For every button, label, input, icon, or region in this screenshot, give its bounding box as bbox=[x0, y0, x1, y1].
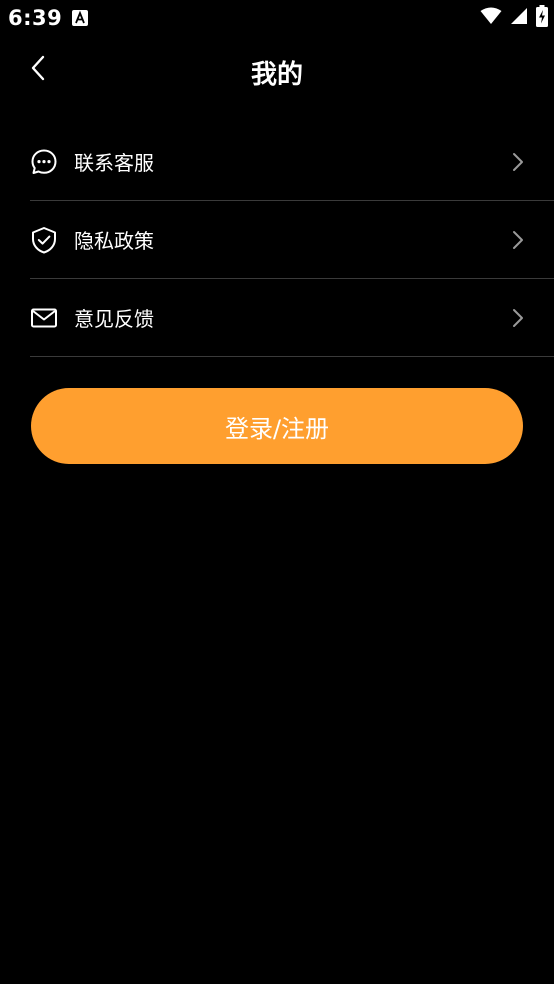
signal-icon bbox=[510, 7, 528, 29]
envelope-icon bbox=[30, 304, 58, 332]
app-header: 我的 bbox=[0, 36, 554, 106]
menu-list: 联系客服 隐私政策 意见反馈 bbox=[30, 123, 554, 357]
profile-screen: 6:39 我的 联系客服 隐私政策 意见反馈 登录/注册 bbox=[0, 0, 554, 984]
chevron-right-icon bbox=[510, 229, 526, 251]
menu-item-label: 联系客服 bbox=[74, 151, 154, 175]
chat-bubble-icon bbox=[30, 148, 58, 176]
chevron-right-icon bbox=[510, 151, 526, 173]
status-bar: 6:39 bbox=[0, 0, 554, 36]
menu-item-label: 隐私政策 bbox=[74, 229, 154, 253]
login-register-button[interactable]: 登录/注册 bbox=[31, 388, 523, 464]
menu-item-feedback[interactable]: 意见反馈 bbox=[30, 279, 554, 357]
page-title: 我的 bbox=[250, 60, 303, 90]
battery-charging-icon bbox=[536, 5, 548, 31]
wifi-icon bbox=[480, 7, 502, 29]
notification-a-icon bbox=[72, 10, 88, 26]
menu-item-privacy-policy[interactable]: 隐私政策 bbox=[30, 201, 554, 279]
status-time: 6:39 bbox=[8, 6, 63, 30]
status-icons bbox=[480, 5, 548, 31]
menu-item-customer-service[interactable]: 联系客服 bbox=[30, 123, 554, 201]
chevron-right-icon bbox=[510, 307, 526, 329]
menu-item-label: 意见反馈 bbox=[74, 307, 154, 331]
shield-check-icon bbox=[30, 226, 58, 254]
